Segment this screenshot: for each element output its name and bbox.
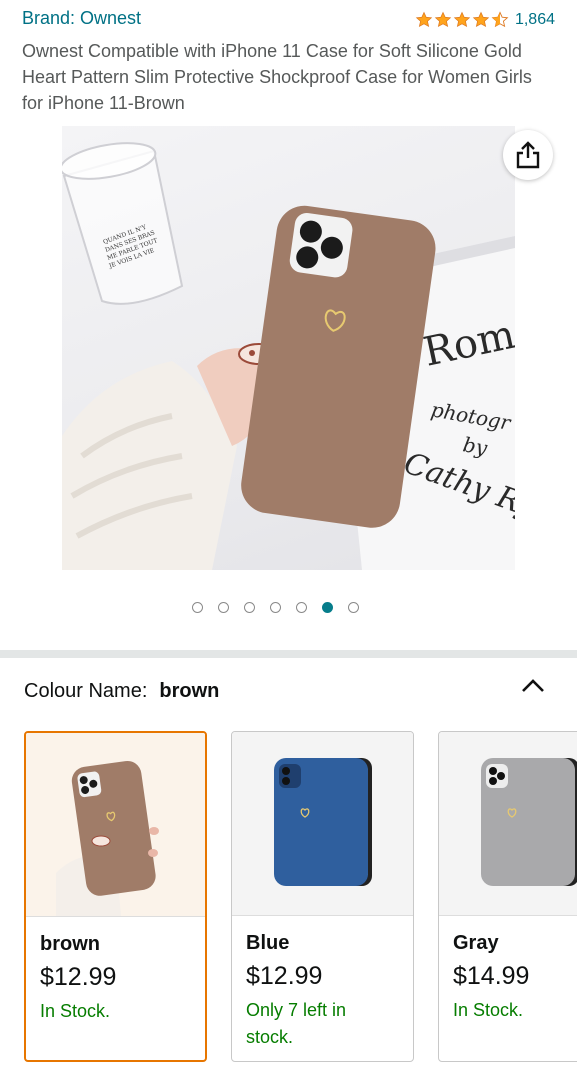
image-pagination [192, 602, 359, 613]
swatch-price: $14.99 [453, 962, 530, 990]
swatch-thumbnail [439, 732, 577, 916]
brand-link[interactable]: Brand: Ownest [22, 8, 141, 29]
pagination-dot[interactable] [270, 602, 281, 613]
swatch-thumbnail [26, 733, 205, 917]
colour-swatch-list: brown $12.99 In Stock. Blue $12.99 Only … [24, 731, 577, 1071]
pagination-dot[interactable] [244, 602, 255, 613]
pagination-dot[interactable] [192, 602, 203, 613]
pagination-dot[interactable] [296, 602, 307, 613]
rating-count[interactable]: 1,864 [515, 11, 555, 29]
swatch-stock: In Stock. [40, 1001, 111, 1021]
section-divider [0, 650, 577, 658]
swatch-name: brown [40, 933, 100, 955]
rating[interactable]: 1,864 [415, 11, 555, 29]
swatch-name: Blue [246, 932, 290, 954]
product-photo-illustration: Rom photogr by Cathy Rya QUAND IL N'Y DA… [62, 142, 515, 570]
product-image[interactable]: Rom photogr by Cathy Rya QUAND IL N'Y DA… [62, 126, 515, 570]
pagination-dot[interactable] [218, 602, 229, 613]
chevron-up-icon[interactable] [520, 676, 546, 696]
share-button[interactable] [503, 130, 553, 180]
brown-case-image [56, 760, 159, 916]
selected-colour-value: brown [159, 680, 220, 702]
pagination-dot-active[interactable] [322, 602, 333, 613]
swatch-price: $12.99 [40, 963, 117, 991]
star-icon [415, 11, 433, 28]
half-star-icon [491, 11, 509, 28]
star-icon [472, 11, 490, 28]
glass: QUAND IL N'Y DANS SES BRAS ME PARLE TOUT… [62, 142, 184, 305]
swatch-blue[interactable]: Blue $12.99 Only 7 left in stock. [231, 731, 414, 1062]
star-rating [415, 11, 509, 29]
colour-name-label: Colour Name: brown [24, 680, 219, 703]
pagination-dot[interactable] [348, 602, 359, 613]
star-icon [453, 11, 471, 28]
swatch-name: Gray [453, 932, 499, 954]
product-title: Ownest Compatible with iPhone 11 Case fo… [22, 41, 532, 113]
colour-label-text: Colour Name: [24, 680, 148, 702]
swatch-stock: In Stock. [453, 1000, 524, 1020]
swatch-price: $12.99 [246, 962, 323, 990]
book-text-3: by [461, 432, 490, 460]
blue-case-image [274, 758, 372, 886]
swatch-brown[interactable]: brown $12.99 In Stock. [24, 731, 207, 1062]
swatch-stock: Only 7 left in stock. [246, 1000, 347, 1047]
swatch-thumbnail [232, 732, 413, 916]
gray-case-image [481, 758, 577, 886]
share-icon [516, 141, 540, 169]
swatch-gray[interactable]: Gray $14.99 In Stock. [438, 731, 577, 1062]
star-icon [434, 11, 452, 28]
